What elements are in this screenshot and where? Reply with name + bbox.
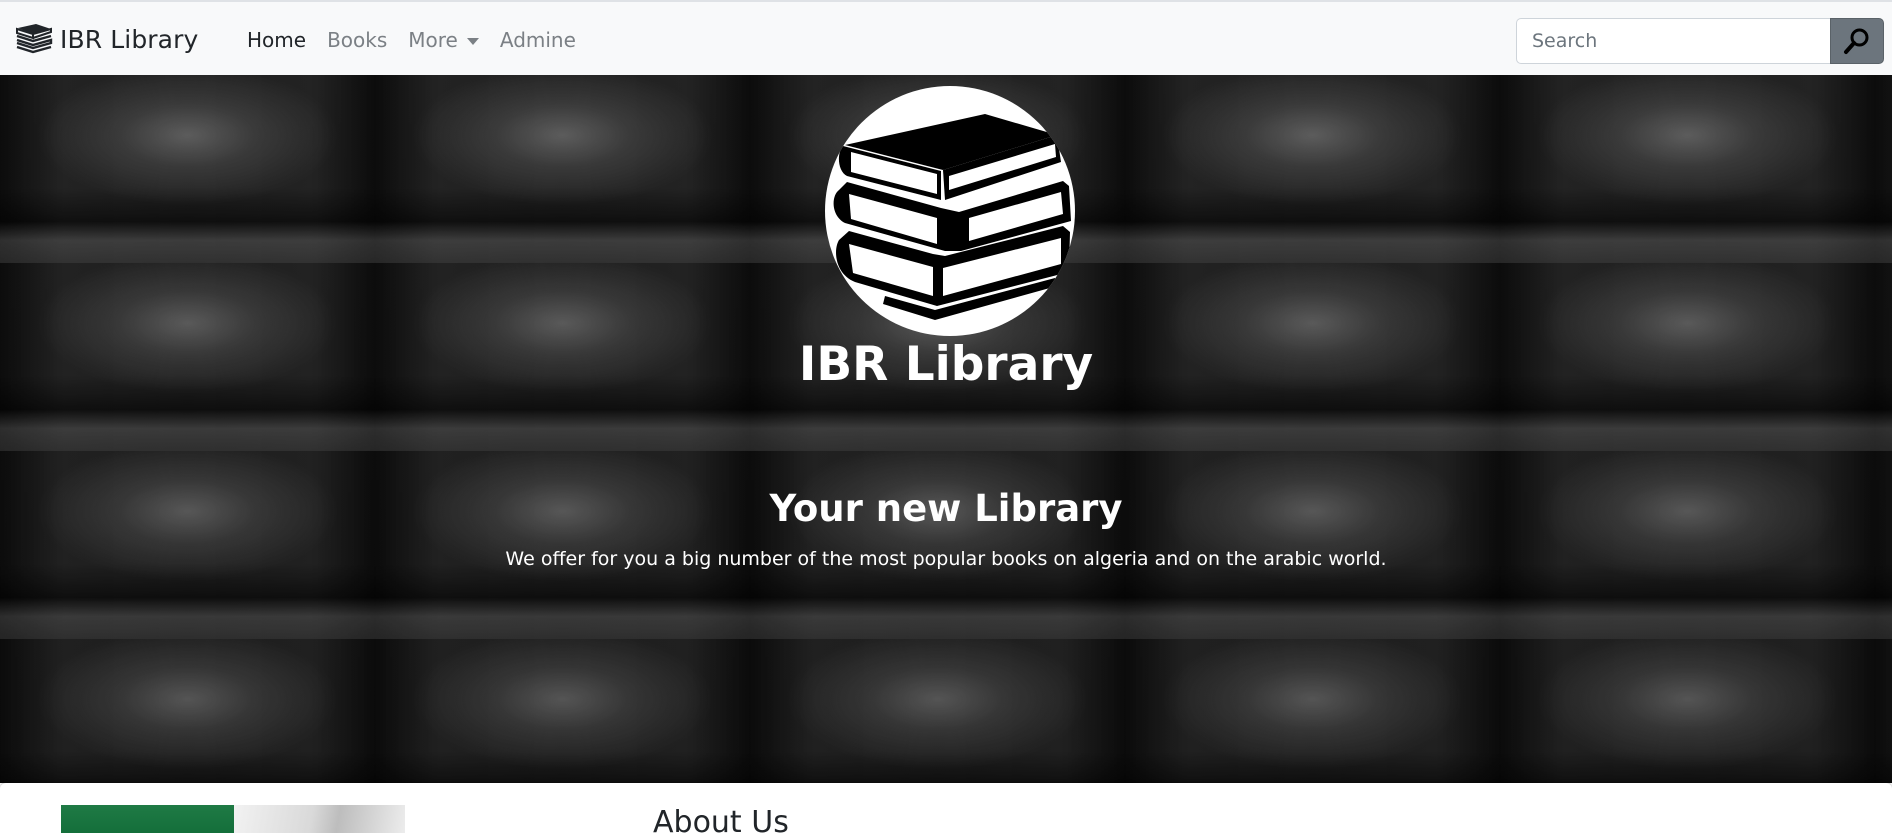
nav-link-home[interactable]: Home	[247, 28, 306, 52]
search-icon	[1844, 28, 1869, 54]
search-form	[1516, 18, 1884, 64]
brand-name: IBR Library	[60, 24, 199, 54]
nav-link-books[interactable]: Books	[327, 28, 387, 52]
hero-banner: IBR Library Your new Library We offer fo…	[0, 75, 1892, 783]
nav-link-admine[interactable]: Admine	[500, 28, 576, 52]
about-section: About Us	[0, 783, 1892, 833]
books-stack-icon	[16, 24, 53, 54]
brand-link[interactable]: IBR Library	[14, 22, 198, 56]
flag-green-band	[61, 805, 234, 833]
hero-heading: Your new Library	[769, 487, 1123, 530]
hero-description: We offer for you a big number of the mos…	[505, 548, 1387, 570]
search-button[interactable]	[1830, 18, 1884, 64]
nav-links: Home Books More Admine	[247, 28, 597, 52]
about-title: About Us	[653, 805, 789, 833]
flag-white-band	[234, 805, 405, 833]
hero-title: IBR Library	[798, 337, 1094, 392]
nav-link-more-dropdown[interactable]: More	[408, 28, 479, 52]
caret-down-icon	[466, 37, 479, 45]
algeria-flag-image	[61, 805, 405, 833]
hero-logo	[825, 86, 1075, 336]
nav-link-more-label: More	[408, 28, 458, 52]
navbar: IBR Library Home Books More Admine	[0, 0, 1892, 75]
search-input[interactable]	[1516, 18, 1830, 64]
books-stack-icon	[833, 114, 1071, 320]
